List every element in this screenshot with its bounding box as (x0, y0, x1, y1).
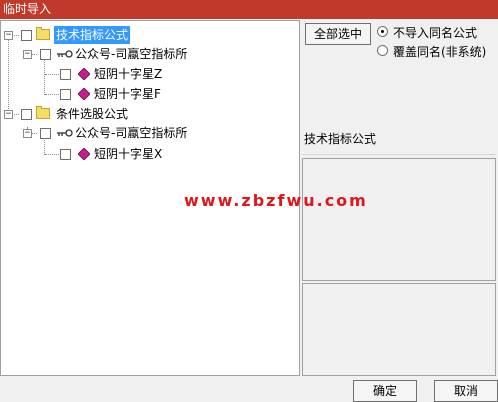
radio-no-import-label[interactable]: 不导入同名公式 (393, 24, 477, 41)
radio-overwrite-label[interactable]: 覆盖同名(非系统) (393, 43, 486, 60)
cancel-button[interactable]: 取消 (434, 380, 498, 402)
link-icon (57, 50, 73, 58)
tree-node-label[interactable]: 条件选股公式 (56, 105, 128, 123)
tree-node-label[interactable]: 技术指标公式 (54, 26, 131, 44)
collapse-icon[interactable]: − (4, 31, 13, 40)
collapse-icon[interactable]: − (23, 129, 32, 138)
node-checkbox[interactable] (40, 128, 51, 139)
watermark-text: www.zbzfwu.com (184, 191, 368, 210)
tree-node-formula[interactable]: 短阴十字星Z (1, 65, 299, 83)
tree-node-label[interactable]: 公众号-司蠃空指标所 (75, 124, 187, 142)
tree-node-stock-picking-formulas[interactable]: − 条件选股公式 (1, 105, 299, 123)
diamond-icon (78, 148, 90, 160)
node-checkbox[interactable] (40, 49, 51, 60)
node-checkbox[interactable] (60, 149, 71, 160)
link-icon (57, 129, 73, 137)
node-checkbox[interactable] (60, 89, 71, 100)
window-title: 临时导入 (0, 0, 498, 19)
tree-node-formula[interactable]: 短阴十字星F (1, 85, 299, 103)
tree-node-group[interactable]: − 公众号-司蠃空指标所 (1, 45, 299, 63)
collapse-icon[interactable]: − (23, 50, 32, 59)
node-checkbox[interactable] (60, 69, 71, 80)
formula-detail-panel (302, 283, 496, 376)
select-all-button[interactable]: 全部选中 (305, 23, 371, 45)
tree-node-label[interactable]: 短阴十字星X (94, 145, 162, 163)
formula-category-label: 技术指标公式 (302, 129, 496, 155)
tree-node-tech-formulas[interactable]: − 技术指标公式 (1, 26, 299, 44)
folder-icon (36, 106, 50, 119)
formula-description-panel (302, 158, 496, 281)
diamond-icon (78, 68, 90, 80)
tree-node-label[interactable]: 短阴十字星F (94, 85, 161, 103)
radio-no-import[interactable] (377, 26, 388, 37)
diamond-icon (78, 88, 90, 100)
node-checkbox[interactable] (21, 30, 32, 41)
radio-overwrite[interactable] (377, 45, 388, 56)
folder-icon (36, 27, 50, 40)
tree-node-label[interactable]: 短阴十字星Z (94, 65, 162, 83)
tree-node-group[interactable]: − 公众号-司蠃空指标所 (1, 124, 299, 142)
ok-button[interactable]: 确定 (353, 380, 417, 402)
node-checkbox[interactable] (21, 109, 32, 120)
collapse-icon[interactable]: − (4, 110, 13, 119)
tree-node-label[interactable]: 公众号-司蠃空指标所 (75, 45, 187, 63)
tree-node-formula[interactable]: 短阴十字星X (1, 145, 299, 163)
